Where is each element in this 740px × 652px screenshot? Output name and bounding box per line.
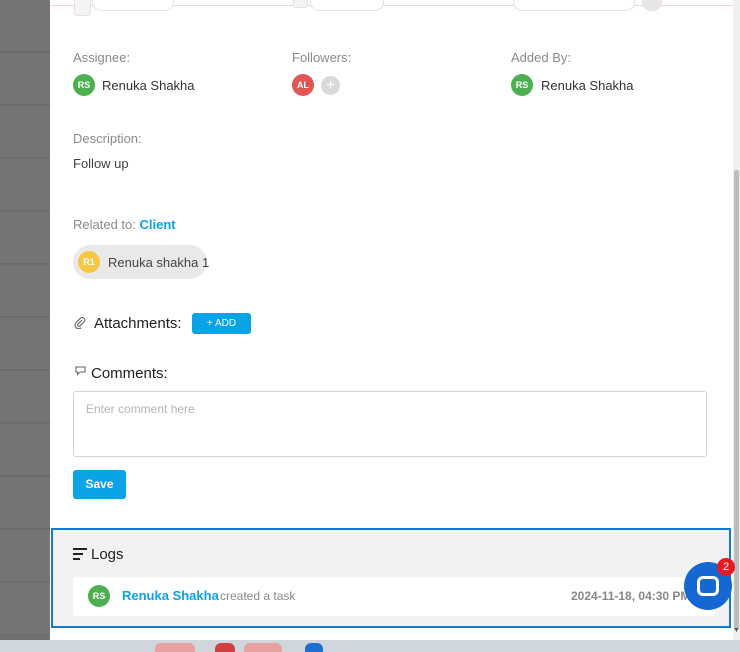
- description-label: Description:: [73, 131, 142, 146]
- related-label: Related to: Client: [73, 217, 176, 232]
- log-entry: RS Renuka Shakha created a task 2024-11-…: [73, 577, 715, 616]
- scrollbar[interactable]: ▼: [733, 0, 740, 640]
- chat-notification-badge: 2: [717, 558, 735, 576]
- checkbox[interactable]: [74, 0, 91, 16]
- field-pill[interactable]: [310, 0, 384, 11]
- logs-title: Logs: [91, 546, 124, 563]
- list-lines-icon: [73, 548, 87, 563]
- taskbar-app-icon[interactable]: [215, 643, 235, 652]
- attachments-title: Attachments:: [94, 315, 182, 332]
- save-comment-button[interactable]: Save: [73, 470, 126, 499]
- add-attachment-button[interactable]: + ADD: [192, 313, 251, 334]
- background-row: [0, 0, 50, 52]
- assignee-avatar: RS: [73, 74, 95, 96]
- header-fields-partial: [50, 0, 733, 16]
- task-detail-modal: Assignee: RS Renuka Shakha Followers: AL…: [50, 0, 740, 640]
- log-timestamp: 2024-11-18, 04:30 PM: [571, 589, 691, 603]
- log-user-link[interactable]: Renuka Shakha: [122, 588, 219, 603]
- followers-label: Followers:: [292, 50, 352, 65]
- field-pill[interactable]: [513, 0, 635, 11]
- background-row: [0, 371, 50, 423]
- background-row: [0, 265, 50, 317]
- background-row: [0, 159, 50, 211]
- background-row: [0, 212, 50, 264]
- add-follower-button[interactable]: +: [321, 76, 340, 95]
- background-row: [0, 477, 50, 529]
- comment-input[interactable]: [73, 391, 707, 457]
- added-by-name: Renuka Shakha: [541, 78, 634, 93]
- log-action-text: created a task: [220, 589, 296, 603]
- background-row: [0, 424, 50, 476]
- background-row: [0, 530, 50, 582]
- speech-bubble-icon: [74, 365, 87, 380]
- comments-title: Comments:: [91, 365, 168, 382]
- taskbar-app-icon[interactable]: [155, 643, 195, 652]
- added-by-label: Added By:: [511, 50, 571, 65]
- background-list: [0, 0, 50, 640]
- taskbar: [0, 640, 740, 652]
- background-row: [0, 583, 50, 635]
- related-client-chip[interactable]: R1 Renuka shakha 1: [73, 245, 210, 279]
- assignee-label: Assignee:: [73, 50, 131, 65]
- field-pill[interactable]: [92, 0, 174, 11]
- paperclip-icon: [74, 317, 86, 332]
- follower-avatar[interactable]: AL: [292, 74, 314, 96]
- chat-bubble-icon: [697, 576, 719, 596]
- client-name: Renuka shakha 1: [108, 255, 210, 270]
- taskbar-app-icon[interactable]: [244, 643, 282, 652]
- log-user-avatar: RS: [88, 585, 110, 607]
- taskbar-app-icon[interactable]: [305, 643, 323, 652]
- clear-button[interactable]: [642, 0, 662, 11]
- added-by-avatar: RS: [511, 74, 533, 96]
- scrollbar-thumb[interactable]: [734, 170, 739, 630]
- logs-panel: Logs RS Renuka Shakha created a task 202…: [51, 528, 731, 628]
- background-row: [0, 53, 50, 105]
- background-row: [0, 106, 50, 158]
- description-text: Follow up: [73, 156, 129, 171]
- background-row: [0, 318, 50, 370]
- checkbox[interactable]: [293, 0, 308, 8]
- scroll-down-arrow-icon[interactable]: ▼: [733, 627, 740, 634]
- client-avatar: R1: [78, 251, 100, 273]
- assignee-name: Renuka Shakha: [102, 78, 195, 93]
- related-to-text: Related to:: [73, 217, 136, 232]
- related-type-link[interactable]: Client: [140, 217, 176, 232]
